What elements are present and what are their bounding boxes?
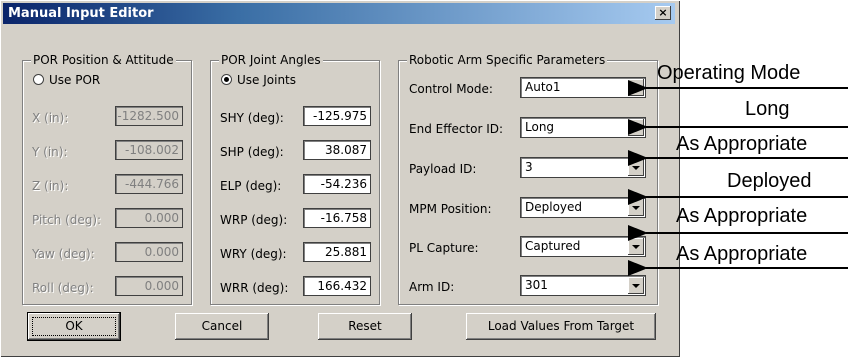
annotation-pl-capture: As Appropriate	[676, 205, 808, 227]
annotation-long: Long	[745, 98, 790, 120]
annotation-deployed: Deployed	[727, 170, 812, 192]
annotation-payload-id: As Appropriate	[676, 133, 808, 155]
annotation-operating-mode: Operating Mode	[657, 62, 801, 84]
annotation-arrows	[628, 80, 848, 276]
annotation-arm-id: As Appropriate	[676, 243, 808, 265]
